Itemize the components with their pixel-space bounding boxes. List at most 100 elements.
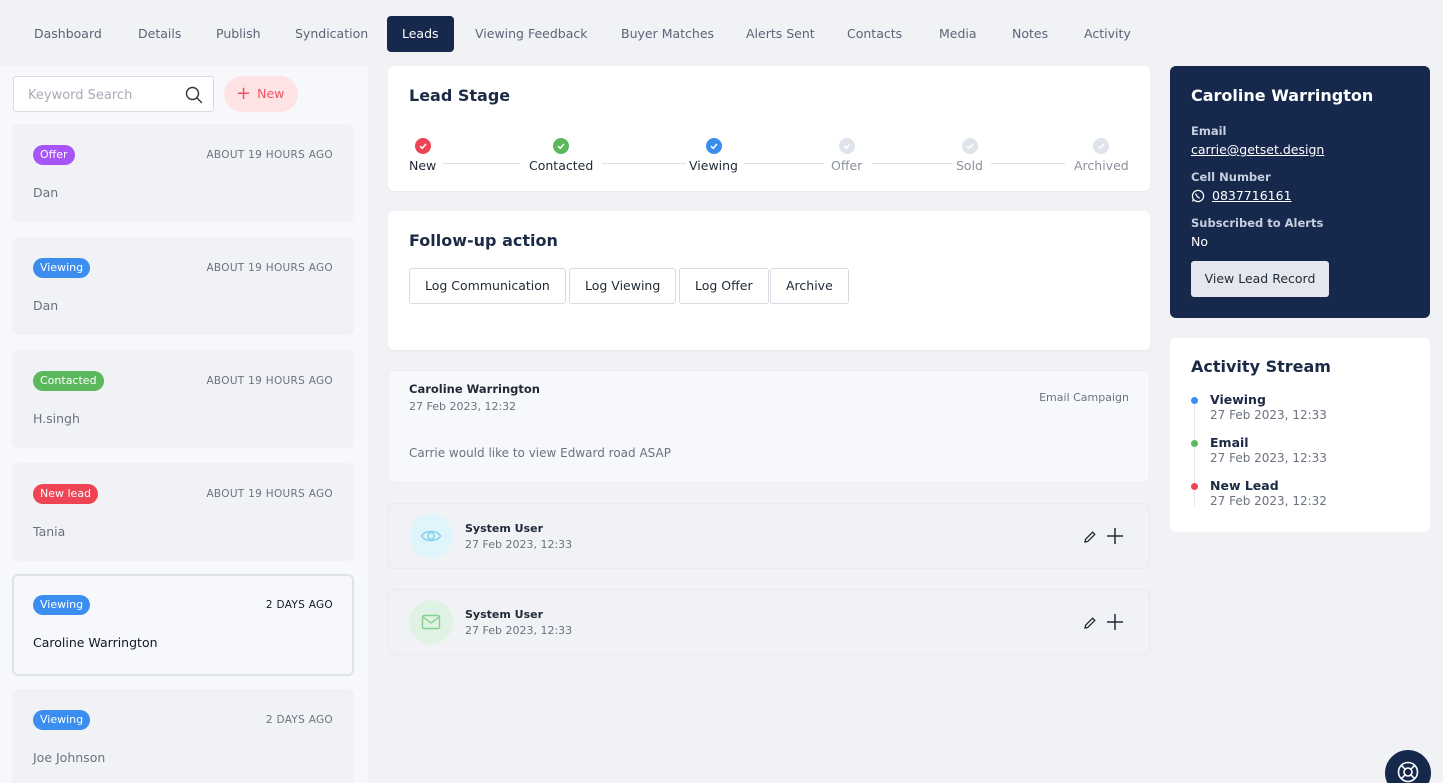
message-author: Caroline Warrington — [409, 382, 540, 396]
tab-dashboard[interactable]: Dashboard — [19, 16, 117, 52]
status-badge: Offer — [33, 145, 75, 165]
stage-new[interactable]: New — [409, 138, 436, 173]
lead-name: Dan — [33, 298, 59, 313]
tab-details[interactable]: Details — [123, 16, 196, 52]
activity-item: New Lead 27 Feb 2023, 12:32 — [1210, 478, 1327, 508]
tab-buyer-matches[interactable]: Buyer Matches — [606, 16, 729, 52]
timeline-line — [1194, 402, 1195, 506]
activity-title: Email — [1210, 435, 1249, 450]
activity-date: 27 Feb 2023, 12:32 — [1210, 494, 1327, 508]
lead-card[interactable]: Viewing ABOUT 19 HOURS AGO Dan — [12, 237, 354, 335]
plus-icon[interactable] — [1105, 612, 1125, 632]
check-icon — [553, 138, 570, 154]
new-button-label: New — [257, 86, 285, 101]
email-label: Email — [1191, 124, 1227, 138]
archive-button[interactable]: Archive — [770, 268, 849, 304]
stage-archived[interactable]: Archived — [1074, 138, 1129, 173]
event-user: System User — [465, 608, 544, 621]
leads-list-panel: + New Offer ABOUT 19 HOURS AGO Dan Viewin… — [0, 66, 368, 783]
cell-label: Cell Number — [1191, 170, 1271, 184]
check-icon — [705, 138, 722, 154]
log-offer-button[interactable]: Log Offer — [679, 268, 769, 304]
lead-name: Dan — [33, 185, 59, 200]
message-date: 27 Feb 2023, 12:32 — [409, 400, 517, 413]
tab-media[interactable]: Media — [924, 16, 992, 52]
stage-viewing[interactable]: Viewing — [689, 138, 738, 173]
contact-name: Caroline Warrington — [1191, 86, 1374, 105]
lead-time: 2 DAYS AGO — [265, 599, 333, 611]
status-badge: Viewing — [33, 595, 91, 615]
lead-name: Joe Johnson — [33, 750, 106, 765]
stage-contacted[interactable]: Contacted — [529, 138, 593, 173]
tab-syndication[interactable]: Syndication — [280, 16, 383, 52]
lead-card[interactable]: New lead ABOUT 19 HOURS AGO Tania — [12, 463, 354, 561]
plus-icon: + — [236, 83, 252, 104]
timeline-dot — [1191, 397, 1198, 404]
search-icon[interactable] — [184, 85, 204, 105]
follow-up-title: Follow-up action — [409, 231, 558, 250]
lead-card[interactable]: Viewing 2 DAYS AGO Joe Johnson — [12, 689, 354, 783]
search-box — [13, 76, 214, 112]
cell-link[interactable]: 0837716161 — [1212, 188, 1292, 203]
lead-time: ABOUT 19 HOURS AGO — [206, 262, 333, 274]
event-date: 27 Feb 2023, 12:33 — [465, 624, 573, 637]
email-link[interactable]: carrie@getset.design — [1191, 142, 1324, 157]
event-date: 27 Feb 2023, 12:33 — [465, 538, 573, 551]
stage-sold[interactable]: Sold — [956, 138, 983, 173]
status-badge: Contacted — [33, 371, 104, 391]
stage-label: Viewing — [689, 158, 738, 173]
stage-connector — [744, 163, 824, 164]
activity-title: Viewing — [1210, 392, 1266, 407]
lead-stage-title: Lead Stage — [409, 86, 511, 105]
timeline-dot — [1191, 440, 1198, 447]
search-input[interactable] — [28, 85, 178, 105]
system-event-row: System User 27 Feb 2023, 12:33 — [388, 503, 1150, 569]
message-source: Email Campaign — [1039, 391, 1129, 404]
stage-label: Offer — [831, 158, 863, 173]
tab-alerts-sent[interactable]: Alerts Sent — [731, 16, 830, 52]
status-badge: New lead — [33, 484, 99, 504]
lead-name: Caroline Warrington — [33, 635, 158, 650]
lead-card[interactable]: Contacted ABOUT 19 HOURS AGO H.singh — [12, 350, 354, 448]
check-icon — [414, 138, 431, 154]
activity-date: 27 Feb 2023, 12:33 — [1210, 408, 1327, 422]
stage-connector — [443, 163, 520, 164]
tab-leads[interactable]: Leads — [387, 16, 454, 52]
whatsapp-icon — [1191, 189, 1205, 203]
activity-title: New Lead — [1210, 478, 1279, 493]
stage-offer[interactable]: Offer — [831, 138, 862, 173]
log-viewing-button[interactable]: Log Viewing — [569, 268, 677, 304]
status-badge: Viewing — [33, 710, 91, 730]
timeline-dot — [1191, 483, 1198, 490]
tab-publish[interactable]: Publish — [201, 16, 276, 52]
tab-contacts[interactable]: Contacts — [832, 16, 917, 52]
subscribed-value: No — [1191, 234, 1208, 249]
log-communication-button[interactable]: Log Communication — [409, 268, 566, 304]
mail-icon — [409, 600, 453, 644]
tab-notes[interactable]: Notes — [997, 16, 1063, 52]
plus-icon[interactable] — [1105, 526, 1125, 546]
activity-stream-panel: Activity Stream Viewing 27 Feb 2023, 12:… — [1170, 338, 1430, 532]
lead-name: Tania — [33, 524, 66, 539]
view-lead-record-button[interactable]: View Lead Record — [1191, 261, 1329, 297]
activity-date: 27 Feb 2023, 12:33 — [1210, 451, 1327, 465]
check-icon — [961, 138, 978, 154]
stage-connector — [991, 163, 1065, 164]
stage-label: New — [409, 158, 437, 173]
pencil-icon[interactable] — [1083, 616, 1097, 630]
stage-connector — [602, 163, 686, 164]
lead-card-selected[interactable]: Viewing 2 DAYS AGO Caroline Warrington — [12, 574, 354, 676]
new-lead-button[interactable]: + New — [224, 76, 298, 112]
stage-label: Contacted — [529, 158, 594, 173]
activity-item: Viewing 27 Feb 2023, 12:33 — [1210, 392, 1327, 422]
pencil-icon[interactable] — [1083, 530, 1097, 544]
stage-connector — [872, 163, 952, 164]
tab-activity[interactable]: Activity — [1069, 16, 1146, 52]
help-button[interactable] — [1385, 750, 1431, 783]
tab-viewing-feedback[interactable]: Viewing Feedback — [460, 16, 603, 52]
stage-label: Sold — [956, 158, 983, 173]
lead-card[interactable]: Offer ABOUT 19 HOURS AGO Dan — [12, 124, 354, 222]
lead-name: H.singh — [33, 411, 80, 426]
lead-stage-panel: Lead Stage New Contacted Viewing Offer S… — [388, 66, 1150, 191]
contact-card: Caroline Warrington Email carrie@getset.… — [1170, 66, 1430, 318]
